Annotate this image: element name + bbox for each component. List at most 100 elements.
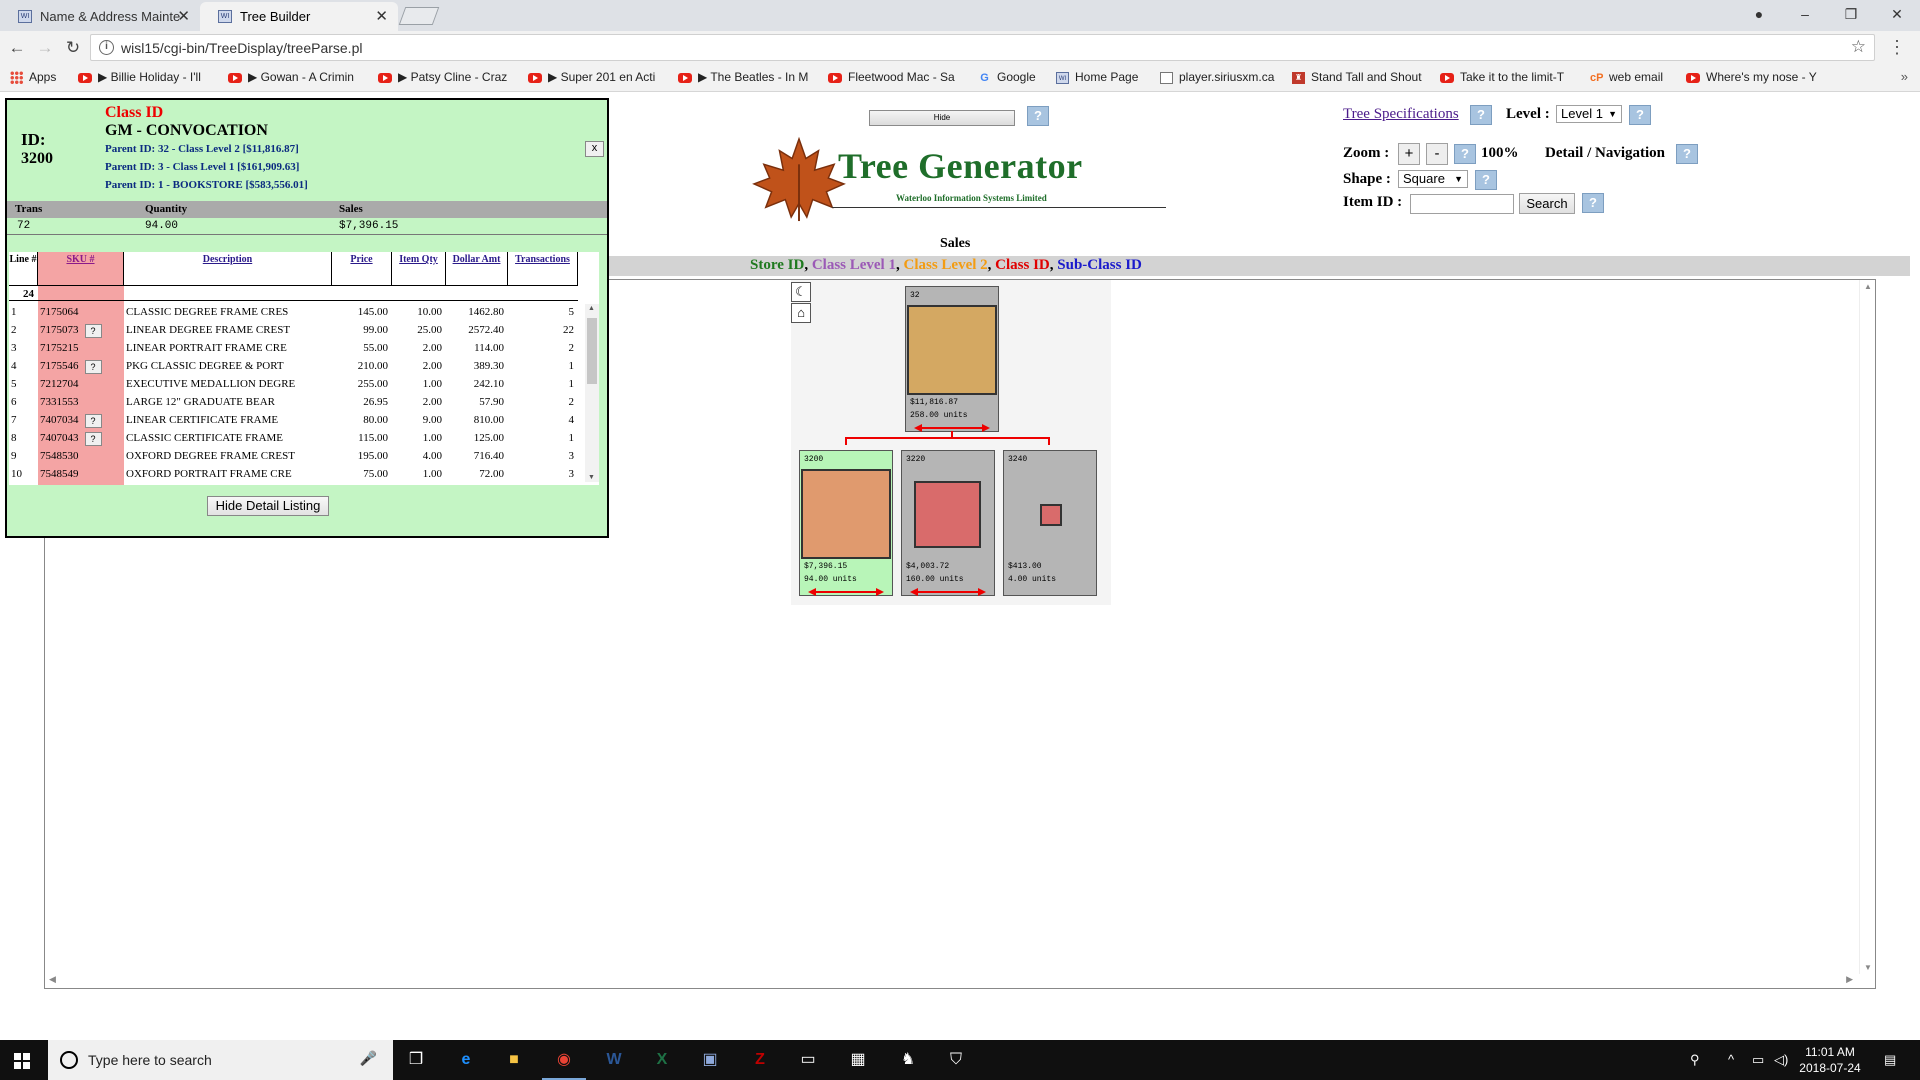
scroll-right-icon[interactable]: ▶	[1846, 974, 1853, 985]
sku-help-button[interactable]: ?	[84, 360, 102, 374]
bookmark-item[interactable]: Where's my nose - Y	[1686, 70, 1817, 84]
bookmark-apps[interactable]: Apps	[10, 70, 56, 85]
restore-button[interactable]: ❐	[1828, 0, 1874, 28]
bookmark-item[interactable]: G Google	[978, 70, 1035, 84]
hide-detail-listing-button[interactable]: Hide Detail Listing	[207, 496, 329, 516]
hide-button[interactable]: Hide	[869, 110, 1015, 126]
help-button[interactable]: ?	[1629, 105, 1651, 125]
people-icon[interactable]: ⚲	[1690, 1052, 1700, 1068]
remote-desktop-icon[interactable]: ▣	[696, 1046, 724, 1074]
tree-node-3240[interactable]: 3240 $413.00 4.00 units	[1003, 450, 1097, 596]
vertical-scrollbar[interactable]: ▲ ▼	[1859, 280, 1875, 988]
notifications-icon[interactable]: ▤	[1884, 1052, 1896, 1068]
tray-chevron-up-icon[interactable]: ^	[1728, 1052, 1734, 1067]
table-row[interactable]: 6 7331553 LARGE 12" GRADUATE BEAR 26.95 2.00…	[9, 394, 583, 412]
bookmark-item[interactable]: player.siriusxm.ca	[1160, 70, 1274, 84]
table-row[interactable]: 8 7407043? CLASSIC CERTIFICATE FRAME 115.00…	[9, 430, 583, 448]
zoom-out-button[interactable]: -	[1426, 143, 1448, 165]
close-icon[interactable]: ✕	[177, 2, 190, 31]
tab-name-address[interactable]: WI Name & Address Mainte ✕	[0, 2, 200, 31]
filezilla-icon[interactable]: Z	[746, 1046, 774, 1074]
parent-line[interactable]: Parent ID: 3 - Class Level 1 [$161,909.6…	[105, 161, 299, 173]
table-row[interactable]: 7 7407034? LINEAR CERTIFICATE FRAME 80.00 9.…	[9, 412, 583, 430]
bookmark-item[interactable]: ▶ Super 201 en Acti	[528, 70, 655, 84]
bookmark-item[interactable]: ▶ The Beatles - In M	[678, 70, 808, 84]
bookmark-item[interactable]: Take it to the limit-T	[1440, 70, 1564, 84]
zoom-in-button[interactable]: +	[1398, 143, 1420, 165]
shield-app-icon[interactable]: ⛉	[942, 1046, 970, 1074]
col-item-qty-sort[interactable]: Item Qty	[392, 252, 446, 286]
tree-node-3220[interactable]: 3220 $4,003.72 160.00 units	[901, 450, 995, 596]
table-row[interactable]: 4 7175546? PKG CLASSIC DEGREE & PORT 210.00…	[9, 358, 583, 376]
volume-icon[interactable]: ◁)	[1774, 1052, 1788, 1068]
close-icon[interactable]: ✕	[375, 2, 388, 31]
bookmark-item[interactable]: Fleetwood Mac - Sa	[828, 70, 955, 84]
windows-start-icon[interactable]	[14, 1053, 30, 1069]
horizontal-scrollbar[interactable]: ◀ ▶	[45, 974, 1875, 988]
bookmark-item[interactable]: ▶ Billie Holiday - I'll	[78, 70, 201, 84]
parent-line[interactable]: Parent ID: 32 - Class Level 2 [$11,816.8…	[105, 143, 299, 155]
help-button[interactable]: ?	[1676, 144, 1698, 164]
info-icon[interactable]: i	[99, 40, 114, 55]
help-button[interactable]: ?	[1027, 106, 1049, 126]
table-row[interactable]: 5 7212704 EXECUTIVE MEDALLION DEGRE 255.00 1…	[9, 376, 583, 394]
bookmarks-more-icon[interactable]: »	[1901, 69, 1908, 84]
sku-help-button[interactable]: ?	[84, 432, 102, 446]
table-row[interactable]: 3 7175215 LINEAR PORTRAIT FRAME CRE 55.00 2.…	[9, 340, 583, 358]
minimize-button[interactable]: –	[1782, 0, 1828, 28]
help-button[interactable]: ?	[1582, 193, 1604, 213]
col-sku-sort[interactable]: SKU #	[38, 252, 124, 286]
bookmark-item[interactable]: ▶ Patsy Cline - Craz	[378, 70, 507, 84]
profile-icon[interactable]: ●	[1736, 0, 1782, 28]
tree-node-root[interactable]: 32 $11,816.87 258.00 units	[905, 286, 999, 432]
window-close-button[interactable]: ✕	[1874, 0, 1920, 28]
tree-node-3200[interactable]: 3200 $7,396.15 94.00 units	[799, 450, 893, 596]
search-button[interactable]: Search	[1519, 193, 1575, 214]
tab-tree-builder[interactable]: WI Tree Builder ✕	[200, 2, 398, 31]
system-clock[interactable]: 11:01 AM 2018-07-24	[1795, 1044, 1865, 1076]
menu-icon[interactable]: ⋮	[1888, 37, 1906, 58]
back-button[interactable]: ←	[6, 37, 28, 59]
expand-arrow-icon[interactable]	[808, 588, 884, 596]
taskbar-search[interactable]: Type here to search 🎤	[48, 1040, 393, 1080]
expand-arrow-icon[interactable]	[914, 424, 990, 432]
new-tab-button[interactable]	[398, 7, 440, 25]
table-row[interactable]: 10 7548549 OXFORD PORTRAIT FRAME CRE 75.00 1…	[9, 466, 583, 484]
detail-scrollbar[interactable]: ▲ ▼	[585, 304, 599, 482]
file-explorer-icon[interactable]: ■	[500, 1046, 528, 1074]
bookmark-star-icon[interactable]: ☆	[1851, 37, 1866, 57]
microphone-icon[interactable]: 🎤	[360, 1050, 377, 1067]
bookmark-item[interactable]: ♜ Stand Tall and Shout	[1292, 70, 1422, 84]
address-bar[interactable]: i wisl15/cgi-bin/TreeDisplay/treeParse.p…	[90, 34, 1875, 61]
window-app-icon[interactable]: ▭	[794, 1046, 822, 1074]
scroll-down-icon[interactable]: ▼	[588, 474, 595, 481]
home-icon[interactable]: ⌂	[791, 303, 811, 323]
forward-button[interactable]: →	[34, 37, 56, 59]
col-description-sort[interactable]: Description	[124, 252, 332, 286]
col-price-sort[interactable]: Price	[332, 252, 392, 286]
close-popup-button[interactable]: x	[585, 141, 604, 157]
expand-arrow-icon[interactable]	[910, 588, 986, 596]
level-select[interactable]: Level 1 ▼	[1556, 105, 1622, 123]
scroll-up-icon[interactable]: ▲	[588, 305, 595, 312]
help-button[interactable]: ?	[1470, 105, 1492, 125]
table-row[interactable]: 1 7175064 CLASSIC DEGREE FRAME CRES 145.00 1…	[9, 304, 583, 322]
word-icon[interactable]: W	[600, 1046, 628, 1074]
sku-help-button[interactable]: ?	[84, 324, 102, 338]
task-view-icon[interactable]: ❒	[402, 1046, 430, 1074]
table-row[interactable]: 9 7548530 OXFORD DEGREE FRAME CREST 195.00 4…	[9, 448, 583, 466]
help-button[interactable]: ?	[1475, 170, 1497, 190]
network-icon[interactable]: ▭	[1752, 1052, 1764, 1068]
col-dollar-amt-sort[interactable]: Dollar Amt	[446, 252, 508, 286]
parent-line[interactable]: Parent ID: 1 - BOOKSTORE [$583,556.01]	[105, 179, 308, 191]
shape-select[interactable]: Square ▼	[1398, 170, 1468, 188]
excel-icon[interactable]: X	[648, 1046, 676, 1074]
col-transactions-sort[interactable]: Transactions	[508, 252, 578, 286]
bookmark-item[interactable]: WI Home Page	[1056, 70, 1138, 84]
table-row[interactable]: 2 7175073? LINEAR DEGREE FRAME CREST 99.00 2…	[9, 322, 583, 340]
help-button[interactable]: ?	[1454, 144, 1476, 164]
chrome-icon[interactable]: ◉	[542, 1046, 586, 1080]
sku-help-button[interactable]: ?	[84, 414, 102, 428]
tree-specifications-link[interactable]: Tree Specifications	[1343, 106, 1459, 123]
moon-icon[interactable]: ☾	[791, 282, 811, 302]
